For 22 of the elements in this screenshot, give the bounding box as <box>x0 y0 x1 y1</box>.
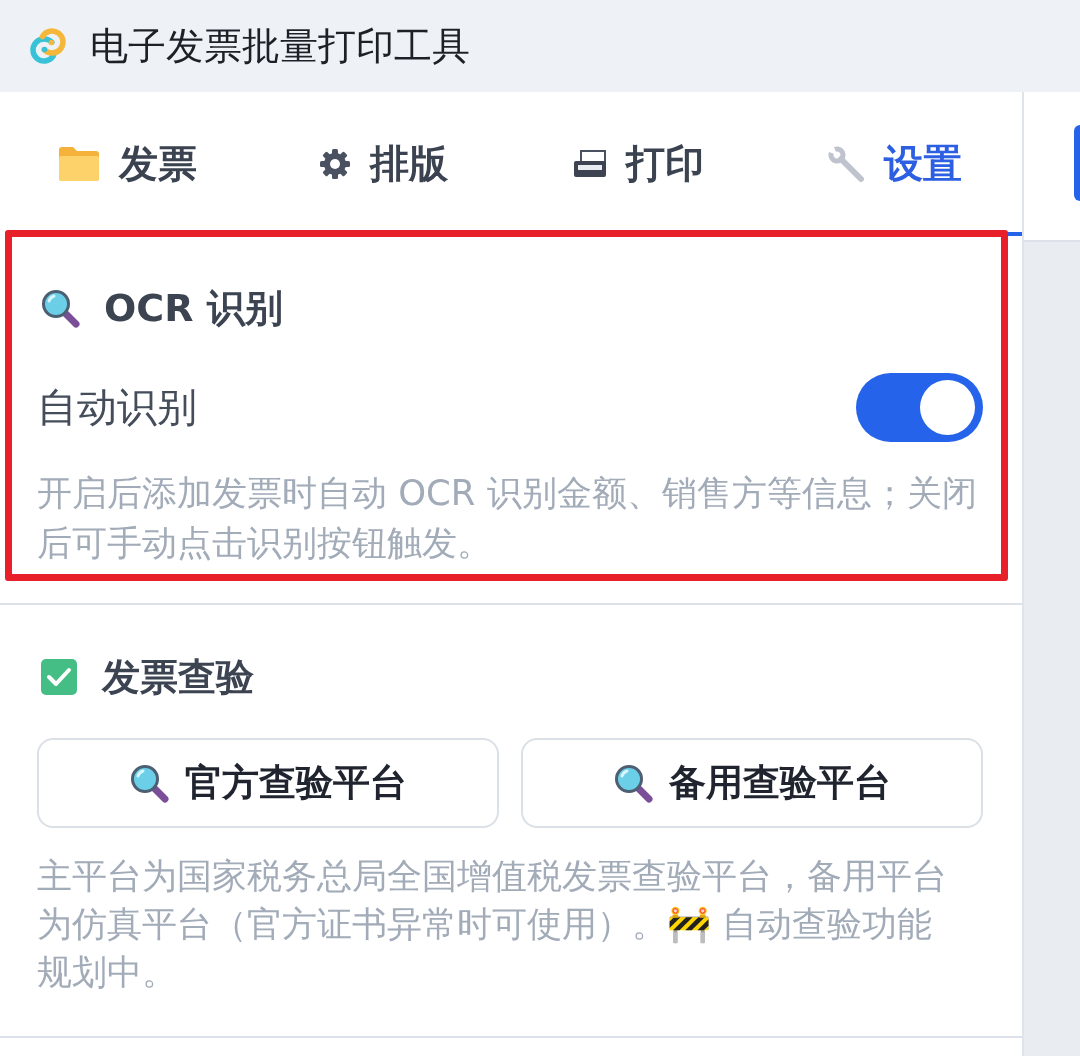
description-text: 主平台为国家税务总局全国增值税发票查验平台，备用平台为仿真平台（官方证书异常时可使用）。🚧 自动查验功能规划中。 <box>37 854 948 994</box>
magnifier-icon <box>40 288 80 328</box>
magnifier-icon <box>129 763 169 803</box>
wrench-icon <box>826 145 865 183</box>
folder-icon <box>58 146 101 182</box>
partial-button[interactable] <box>1074 125 1080 201</box>
check-icon <box>40 658 78 696</box>
tab[interactable]: 打印 <box>511 92 767 236</box>
app-logo-icon <box>27 25 69 67</box>
printer-icon <box>573 150 608 178</box>
section-heading: 发票查验 <box>102 653 254 701</box>
platform-button[interactable]: 备用查验平台 <box>521 738 983 828</box>
section-heading: OCR 识别 <box>104 284 283 332</box>
tab[interactable]: 发票 <box>0 92 256 236</box>
magnifier-icon <box>613 763 653 803</box>
platform-button[interactable]: 官方查验平台 <box>37 738 499 828</box>
description-text: 开启后添加发票时自动 OCR 识别金额、销售方等信息；关闭后可手动点击识别按钮触发。 <box>37 471 978 565</box>
window-title: 电子发票批量打印工具 <box>90 22 470 70</box>
tab[interactable]: 排版 <box>255 92 511 236</box>
tab[interactable]: 设置 <box>766 92 1022 236</box>
setting-label: 自动识别 <box>37 383 197 432</box>
gear-icon <box>318 148 351 180</box>
